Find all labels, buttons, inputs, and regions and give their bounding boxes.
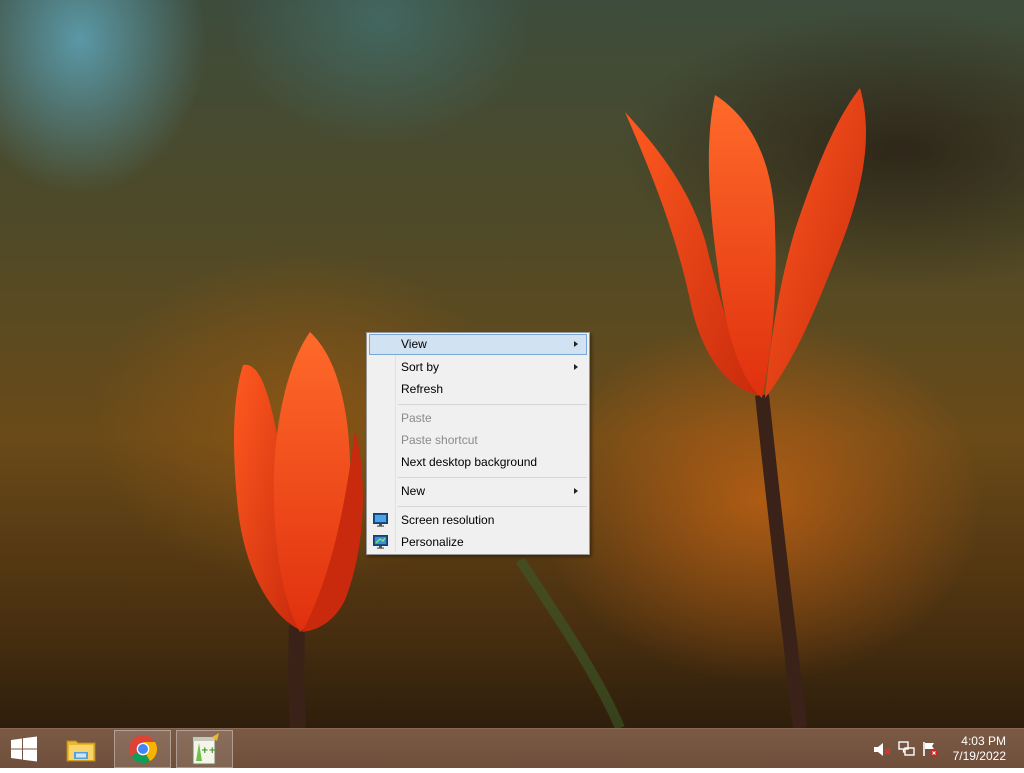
- windows-logo-icon: [11, 736, 37, 762]
- menu-item-label: View: [401, 337, 427, 351]
- menu-item-label: Next desktop background: [401, 455, 538, 469]
- menu-item-paste[interactable]: Paste: [369, 408, 587, 429]
- menu-item-next-desktop-background[interactable]: Next desktop background: [369, 452, 587, 473]
- menu-separator: [398, 404, 587, 405]
- notepad-plus-plus-icon: ++: [192, 733, 219, 765]
- folder-icon: [66, 740, 96, 762]
- menu-item-label: New: [401, 484, 426, 498]
- clock-date: 7/19/2022: [952, 749, 1006, 763]
- menu-item-label: Sort by: [401, 360, 440, 374]
- desktop-context-menu: View Sort by Refresh Paste Paste shortcu…: [366, 332, 590, 555]
- taskbar-chrome[interactable]: [114, 730, 171, 768]
- submenu-arrow-icon: [574, 488, 578, 494]
- menu-separator: [398, 477, 587, 478]
- monitor-icon: [373, 513, 388, 527]
- menu-item-refresh[interactable]: Refresh: [369, 379, 587, 400]
- menu-item-label: Personalize: [401, 535, 464, 549]
- submenu-arrow-icon: [574, 341, 578, 347]
- menu-item-label: Screen resolution: [401, 513, 495, 527]
- menu-item-sort-by[interactable]: Sort by: [369, 357, 587, 378]
- personalize-icon: [373, 535, 388, 549]
- menu-separator: [398, 506, 587, 507]
- chrome-icon: [129, 735, 157, 763]
- submenu-arrow-icon: [574, 364, 578, 370]
- taskbar-notepad-plus-plus[interactable]: ++: [176, 730, 233, 768]
- menu-item-label: Paste: [401, 411, 432, 425]
- taskbar-clock[interactable]: 4:03 PM 7/19/2022: [936, 734, 1006, 764]
- taskbar: ++ 4:03 PM 7/19/2022: [0, 728, 1024, 768]
- menu-item-paste-shortcut[interactable]: Paste shortcut: [369, 430, 587, 451]
- menu-item-label: Paste shortcut: [401, 433, 478, 447]
- menu-item-label: Refresh: [401, 382, 444, 396]
- volume-muted-icon[interactable]: [872, 729, 890, 769]
- svg-text:++: ++: [201, 746, 216, 756]
- menu-item-new[interactable]: New: [369, 481, 587, 502]
- menu-item-screen-resolution[interactable]: Screen resolution: [369, 510, 587, 531]
- taskbar-file-explorer[interactable]: [52, 730, 109, 768]
- menu-item-view[interactable]: View: [369, 334, 587, 355]
- menu-item-personalize[interactable]: Personalize: [369, 532, 587, 553]
- start-button[interactable]: [0, 730, 48, 768]
- clock-time: 4:03 PM: [961, 734, 1006, 748]
- network-icon[interactable]: [897, 729, 915, 769]
